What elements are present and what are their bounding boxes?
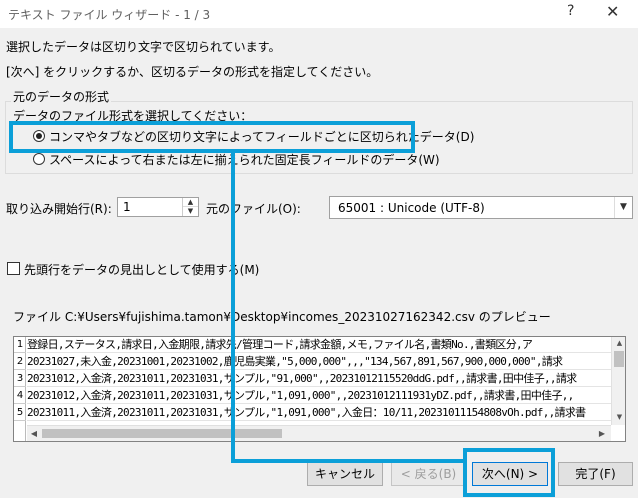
format-group-label: 元のデータの形式 bbox=[11, 88, 112, 105]
horizontal-scroll-thumb[interactable] bbox=[42, 429, 282, 438]
line-number: 5 bbox=[14, 405, 26, 421]
instruction-line-2: [次へ] をクリックするか、区切るデータの形式を指定してください。 bbox=[6, 65, 379, 79]
window-title: テキスト ファイル ウィザード - 1 / 3 bbox=[8, 8, 211, 22]
line-number: 1 bbox=[14, 337, 26, 353]
vertical-scroll-thumb[interactable] bbox=[614, 351, 624, 367]
header-checkbox-label: 先頭行をデータの見出しとして使用する(M) bbox=[24, 263, 260, 277]
preview-pane[interactable]: 1 2 3 4 5 登録日,ステータス,請求日,入金期限,請求先/管理コード,請… bbox=[13, 336, 626, 442]
connector-line-horizontal bbox=[231, 459, 464, 463]
preview-row: 20231011,入金済,20231011,20231031,サンプル,"1,0… bbox=[27, 405, 612, 421]
preview-row: 20231027,未入金,20231001,20231002,鹿児島実業,"5,… bbox=[27, 354, 612, 370]
scroll-right-icon[interactable]: ▶ bbox=[595, 426, 609, 441]
connector-line-vertical bbox=[231, 153, 235, 463]
highlight-box-delimited bbox=[9, 121, 415, 153]
scroll-down-icon[interactable]: ▼ bbox=[612, 411, 625, 423]
cancel-button[interactable]: キャンセル bbox=[307, 462, 383, 486]
triangle-down-icon[interactable]: ▼ bbox=[183, 207, 198, 216]
preview-row: 登録日,ステータス,請求日,入金期限,請求先/管理コード,請求金額,メモ,ファイ… bbox=[27, 337, 612, 353]
line-number-gutter: 1 2 3 4 5 bbox=[14, 337, 26, 441]
origin-label: 元のファイル(O): bbox=[206, 202, 301, 216]
back-button[interactable]: < 戻る(B) bbox=[391, 462, 466, 486]
start-row-label: 取り込み開始行(R): bbox=[6, 202, 112, 216]
vertical-scrollbar[interactable]: ▲ ▼ bbox=[611, 337, 625, 425]
header-checkbox[interactable] bbox=[7, 262, 20, 275]
title-bar: テキスト ファイル ウィザード - 1 / 3 ? ✕ bbox=[0, 0, 638, 28]
triangle-up-icon[interactable]: ▲ bbox=[183, 198, 198, 207]
highlight-box-next bbox=[463, 448, 555, 497]
close-button[interactable]: ✕ bbox=[606, 2, 619, 21]
line-number: 2 bbox=[14, 354, 26, 370]
instruction-line-1: 選択したデータは区切り文字で区切られています。 bbox=[6, 40, 281, 54]
radio-fixed-width-label: スペースによって右または左に揃えられた固定長フィールドのデータ(W) bbox=[49, 153, 440, 167]
line-number: 4 bbox=[14, 388, 26, 404]
origin-select-value: 65001 : Unicode (UTF-8) bbox=[338, 201, 485, 215]
spinner-buttons: ▲ ▼ bbox=[182, 198, 198, 216]
horizontal-scrollbar[interactable]: ◀ ▶ bbox=[27, 425, 611, 441]
start-row-value[interactable]: 1 bbox=[123, 200, 131, 214]
scroll-up-icon[interactable]: ▲ bbox=[612, 337, 625, 349]
finish-button[interactable]: 完了(F) bbox=[558, 462, 633, 486]
scroll-left-icon[interactable]: ◀ bbox=[27, 426, 41, 441]
origin-select[interactable]: 65001 : Unicode (UTF-8) ▼ bbox=[329, 196, 633, 219]
radio-fixed-width-indicator[interactable] bbox=[33, 153, 45, 165]
line-number: 3 bbox=[14, 371, 26, 387]
preview-row: 20231012,入金済,20231011,20231031,サンプル,"91,… bbox=[27, 371, 612, 387]
preview-caption: ファイル C:¥Users¥fujishima.tamon¥Desktop¥in… bbox=[13, 310, 551, 324]
chevron-down-icon[interactable]: ▼ bbox=[614, 197, 632, 218]
preview-row: 20231012,入金済,20231011,20231031,サンプル,"1,0… bbox=[27, 388, 612, 404]
help-button[interactable]: ? bbox=[567, 3, 574, 19]
start-row-spinner[interactable]: 1 ▲ ▼ bbox=[117, 197, 199, 217]
